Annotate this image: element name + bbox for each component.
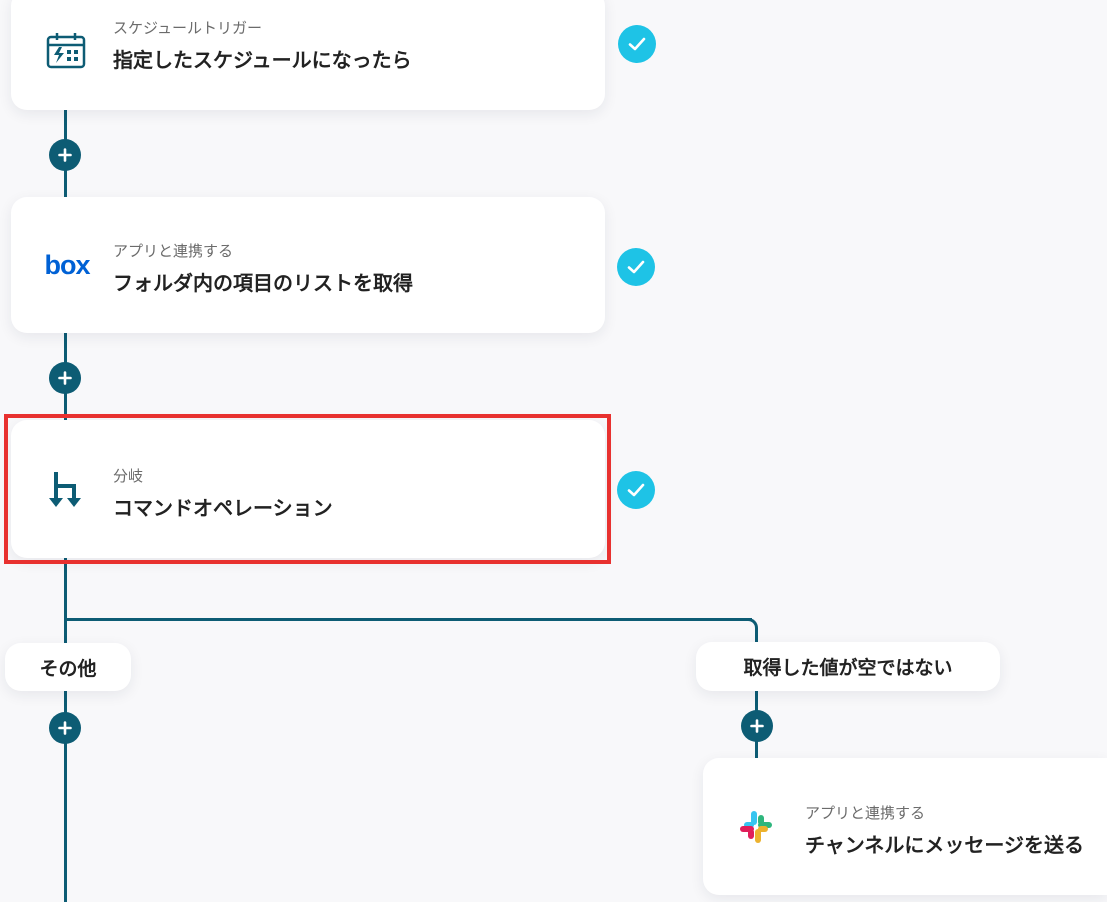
box-logo-text: box xyxy=(44,249,90,280)
step-title: コマンドオペレーション xyxy=(113,496,333,520)
plus-icon xyxy=(750,719,764,733)
step-title: チャンネルにメッセージを送る xyxy=(805,833,1084,857)
add-step-button[interactable] xyxy=(49,712,81,744)
flow-connector-branch-horizontal xyxy=(64,618,752,621)
branch-label-other[interactable]: その他 xyxy=(5,643,131,691)
plus-icon xyxy=(58,148,72,162)
step-title: 指定したスケジュールになったら xyxy=(113,48,412,72)
step-title: フォルダ内の項目のリストを取得 xyxy=(113,271,413,295)
step-subtitle: アプリと連携する xyxy=(113,242,234,260)
plus-icon xyxy=(58,721,72,735)
step-subtitle: 分岐 xyxy=(113,467,144,485)
box-logo-icon: box xyxy=(39,242,95,288)
add-step-button[interactable] xyxy=(49,362,81,394)
check-complete-icon xyxy=(617,471,655,509)
step-subtitle: スケジュールトリガー xyxy=(113,19,262,37)
branch-label-not-empty[interactable]: 取得した値が空ではない xyxy=(696,642,1000,691)
step-card-branch[interactable]: 分岐 コマンドオペレーション xyxy=(11,420,605,558)
plus-icon xyxy=(58,371,72,385)
add-step-button[interactable] xyxy=(49,139,81,171)
check-complete-icon xyxy=(618,25,656,63)
branch-icon xyxy=(43,466,89,512)
add-step-button[interactable] xyxy=(741,710,773,742)
step-subtitle: アプリと連携する xyxy=(805,804,926,822)
step-card-slack[interactable]: アプリと連携する チャンネルにメッセージを送る xyxy=(703,758,1107,895)
check-complete-icon xyxy=(617,248,655,286)
calendar-lightning-icon xyxy=(43,27,89,73)
slack-logo-icon xyxy=(733,804,779,850)
step-card-schedule-trigger[interactable]: スケジュールトリガー 指定したスケジュールになったら xyxy=(11,0,605,110)
step-card-box[interactable]: box アプリと連携する フォルダ内の項目のリストを取得 xyxy=(11,197,605,333)
